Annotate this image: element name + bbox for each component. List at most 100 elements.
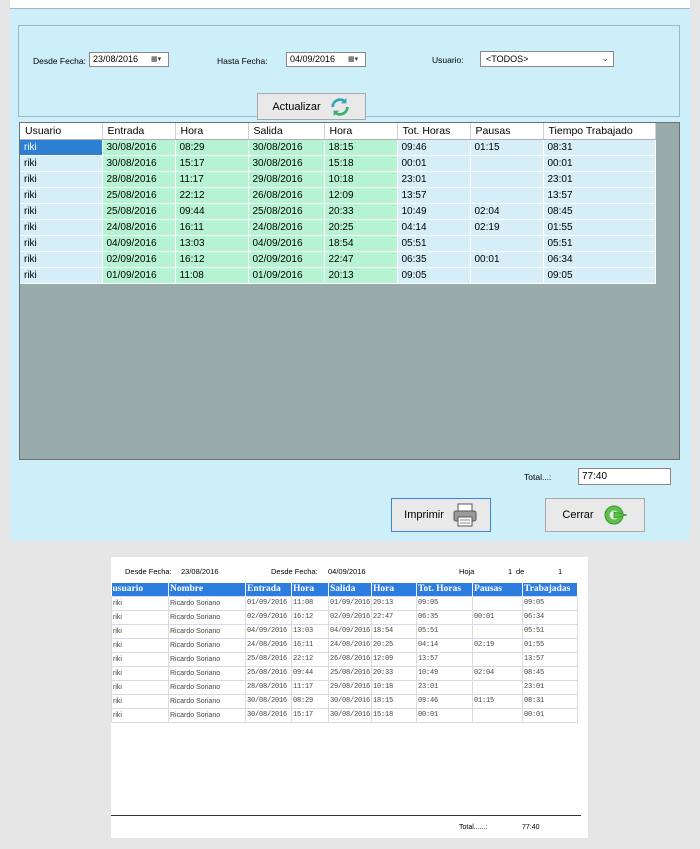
cell-hora-salida[interactable]: 20:33 [324, 203, 398, 220]
total-field[interactable]: 77:40 [578, 468, 671, 485]
cell-hora-salida[interactable]: 15:18 [324, 155, 398, 172]
cell-entrada[interactable]: 02/09/2016 [102, 251, 176, 268]
grid-row[interactable]: riki 04/09/2016 13:03 04/09/2016 18:54 05:51 0… [20, 235, 656, 252]
col-hora-salida[interactable]: Hora [324, 123, 398, 140]
cell-tiempo-trabajado[interactable]: 08:31 [543, 139, 656, 156]
cell-tiempo-trabajado[interactable]: 13:57 [543, 187, 656, 204]
cell-tiempo-trabajado[interactable]: 09:05 [543, 267, 656, 284]
cell-tot-horas[interactable]: 09:46 [397, 139, 471, 156]
grid-row[interactable]: riki 25/08/2016 09:44 25/08/2016 20:33 10:49 0… [20, 203, 656, 220]
cell-tiempo-trabajado[interactable]: 00:01 [543, 155, 656, 172]
cell-tiempo-trabajado[interactable]: 08:45 [543, 203, 656, 220]
cell-tiempo-trabajado[interactable]: 06:34 [543, 251, 656, 268]
cell-pausas[interactable] [470, 171, 544, 188]
col-usuario[interactable]: Usuario [20, 123, 103, 140]
cell-hora-entrada[interactable]: 08:29 [175, 139, 249, 156]
cell-pausas[interactable]: 02:19 [470, 219, 544, 236]
cell-entrada[interactable]: 28/08/2016 [102, 171, 176, 188]
cell-usuario[interactable]: riki [20, 203, 103, 220]
grid-row[interactable]: riki 30/08/2016 08:29 30/08/2016 18:15 09:46 0… [20, 139, 656, 156]
grid-row[interactable]: riki 24/08/2016 16:11 24/08/2016 20:25 04:14 0… [20, 219, 656, 236]
cell-tiempo-trabajado[interactable]: 23:01 [543, 171, 656, 188]
cell-hora-entrada[interactable]: 16:12 [175, 251, 249, 268]
calendar-icon[interactable]: ▦▾ [151, 55, 165, 64]
cell-usuario[interactable]: riki [20, 171, 103, 188]
grid-row[interactable]: riki 28/08/2016 11:17 29/08/2016 10:18 23:01 2… [20, 171, 656, 188]
cell-entrada[interactable]: 30/08/2016 [102, 139, 176, 156]
cell-hora-entrada[interactable]: 09:44 [175, 203, 249, 220]
cell-pausas[interactable]: 02:04 [470, 203, 544, 220]
cell-hora-entrada[interactable]: 11:08 [175, 267, 249, 284]
cell-entrada[interactable]: 01/09/2016 [102, 267, 176, 284]
cell-hora-salida[interactable]: 10:18 [324, 171, 398, 188]
cell-tiempo-trabajado[interactable]: 01:55 [543, 219, 656, 236]
col-pausas[interactable]: Pausas [470, 123, 544, 140]
cell-entrada[interactable]: 30/08/2016 [102, 155, 176, 172]
cell-entrada[interactable]: 24/08/2016 [102, 219, 176, 236]
cell-pausas[interactable]: 00:01 [470, 251, 544, 268]
col-tiempo-trabajado[interactable]: Tiempo Trabajado [543, 123, 656, 140]
cell-usuario[interactable]: riki [20, 235, 103, 252]
cell-usuario[interactable]: riki [20, 267, 103, 284]
hasta-fecha-picker[interactable]: 04/09/2016 ▦▾ [286, 52, 366, 67]
cell-tot-horas[interactable]: 09:05 [397, 267, 471, 284]
cell-usuario[interactable]: riki [20, 155, 103, 172]
cell-pausas[interactable] [470, 187, 544, 204]
cell-hora-entrada[interactable]: 13:03 [175, 235, 249, 252]
cell-hora-salida[interactable]: 18:54 [324, 235, 398, 252]
cell-usuario[interactable]: riki [20, 139, 103, 156]
cell-entrada[interactable]: 25/08/2016 [102, 187, 176, 204]
cell-tot-horas[interactable]: 04:14 [397, 219, 471, 236]
grid-row[interactable]: riki 25/08/2016 22:12 26/08/2016 12:09 13:57 1… [20, 187, 656, 204]
actualizar-button[interactable]: Actualizar [257, 93, 366, 120]
cell-salida[interactable]: 30/08/2016 [248, 155, 325, 172]
cell-salida[interactable]: 04/09/2016 [248, 235, 325, 252]
cell-tiempo-trabajado[interactable]: 05:51 [543, 235, 656, 252]
cell-salida[interactable]: 02/09/2016 [248, 251, 325, 268]
registros-grid[interactable]: Usuario Entrada Hora Salida Hora Tot. Ho… [19, 122, 680, 460]
cell-hora-entrada[interactable]: 11:17 [175, 171, 249, 188]
cell-pausas[interactable]: 01:15 [470, 139, 544, 156]
cell-pausas[interactable] [470, 235, 544, 252]
cell-usuario[interactable]: riki [20, 219, 103, 236]
cell-pausas[interactable] [470, 267, 544, 284]
grid-row[interactable]: riki 30/08/2016 15:17 30/08/2016 15:18 00:01 0… [20, 155, 656, 172]
cell-hora-salida[interactable]: 22:47 [324, 251, 398, 268]
col-hora-entrada[interactable]: Hora [175, 123, 249, 140]
usuario-label: Usuario: [432, 55, 464, 65]
cell-tot-horas[interactable]: 23:01 [397, 171, 471, 188]
cell-usuario[interactable]: riki [20, 187, 103, 204]
col-entrada[interactable]: Entrada [102, 123, 176, 140]
cell-entrada[interactable]: 25/08/2016 [102, 203, 176, 220]
col-tot-horas[interactable]: Tot. Horas [397, 123, 471, 140]
cell-salida[interactable]: 29/08/2016 [248, 171, 325, 188]
usuario-select[interactable]: <TODOS> ⌄ [480, 51, 614, 67]
grid-row[interactable]: riki 02/09/2016 16:12 02/09/2016 22:47 06:35 0… [20, 251, 656, 268]
cell-hora-entrada[interactable]: 22:12 [175, 187, 249, 204]
cell-hora-entrada[interactable]: 15:17 [175, 155, 249, 172]
cell-tot-horas[interactable]: 00:01 [397, 155, 471, 172]
cell-hora-salida[interactable]: 20:25 [324, 219, 398, 236]
cell-tot-horas[interactable]: 10:49 [397, 203, 471, 220]
cell-tot-horas[interactable]: 06:35 [397, 251, 471, 268]
cell-salida[interactable]: 30/08/2016 [248, 139, 325, 156]
cell-tot-horas[interactable]: 13:57 [397, 187, 471, 204]
calendar-icon[interactable]: ▦▾ [348, 55, 362, 64]
cell-hora-salida[interactable]: 20:13 [324, 267, 398, 284]
cell-salida[interactable]: 24/08/2016 [248, 219, 325, 236]
cell-tot-horas[interactable]: 05:51 [397, 235, 471, 252]
cerrar-button[interactable]: Cerrar [545, 498, 645, 532]
cell-pausas[interactable] [470, 155, 544, 172]
desde-fecha-picker[interactable]: 23/08/2016 ▦▾ [89, 52, 169, 67]
cell-usuario[interactable]: riki [20, 251, 103, 268]
cell-hora-salida[interactable]: 18:15 [324, 139, 398, 156]
cell-salida[interactable]: 25/08/2016 [248, 203, 325, 220]
cell-salida[interactable]: 26/08/2016 [248, 187, 325, 204]
imprimir-button[interactable]: Imprimir [391, 498, 491, 532]
cell-salida[interactable]: 01/09/2016 [248, 267, 325, 284]
grid-row[interactable]: riki 01/09/2016 11:08 01/09/2016 20:13 09:05 0… [20, 267, 656, 284]
col-salida[interactable]: Salida [248, 123, 325, 140]
cell-hora-salida[interactable]: 12:09 [324, 187, 398, 204]
cell-entrada[interactable]: 04/09/2016 [102, 235, 176, 252]
cell-hora-entrada[interactable]: 16:11 [175, 219, 249, 236]
